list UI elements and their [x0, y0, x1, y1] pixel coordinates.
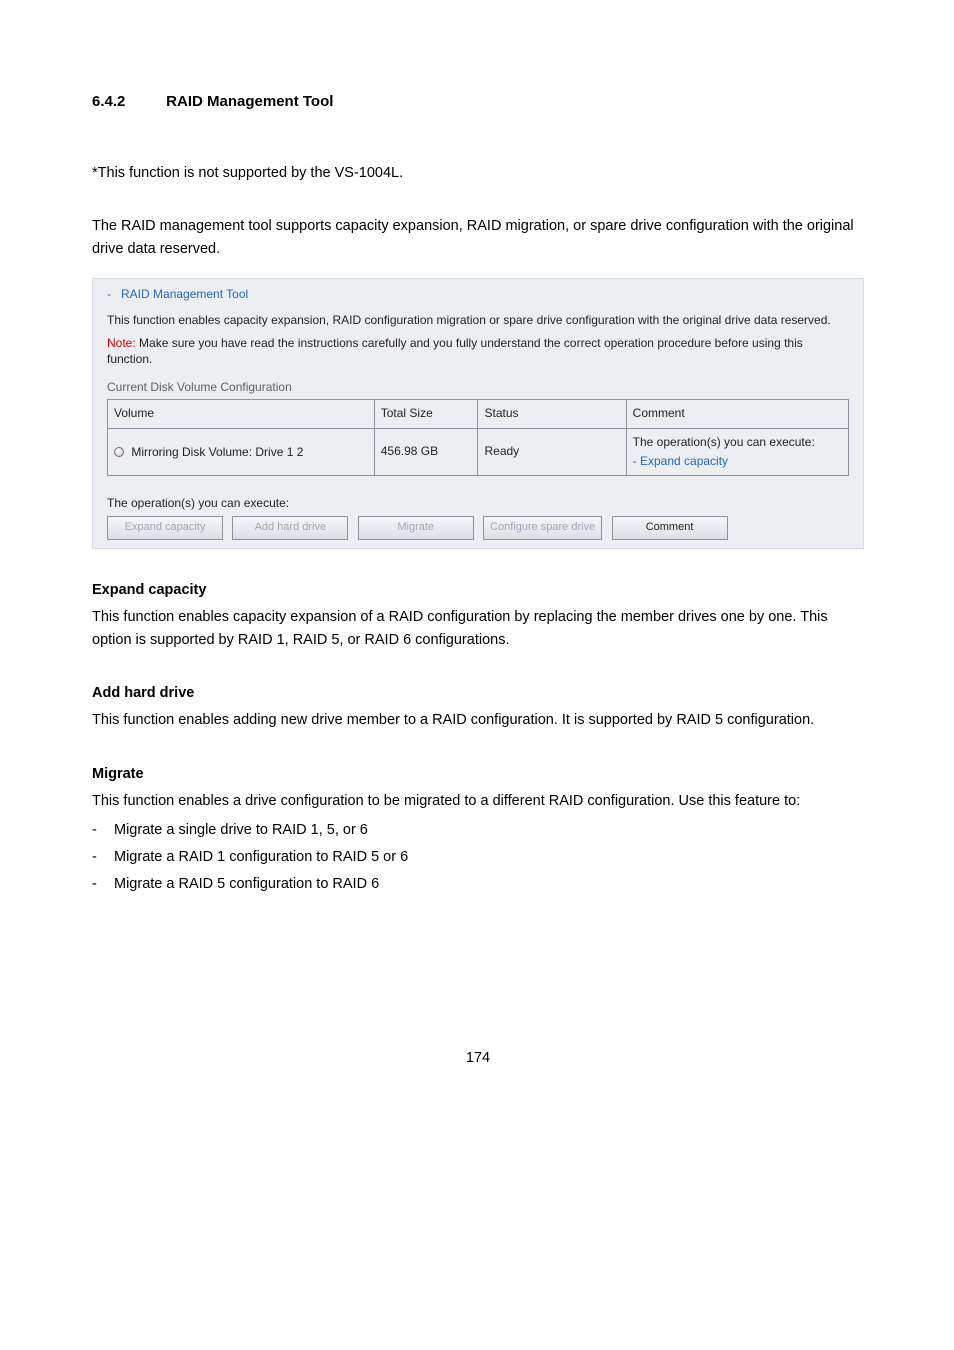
comment-text: The operation(s) you can execute:: [633, 435, 815, 449]
radio-icon[interactable]: [114, 447, 124, 457]
volumes-table: Volume Total Size Status Comment Mirrori…: [107, 399, 849, 476]
cell-volume[interactable]: Mirroring Disk Volume: Drive 1 2: [108, 428, 375, 475]
list-item: -Migrate a RAID 1 configuration to RAID …: [92, 846, 864, 869]
col-status: Status: [478, 400, 626, 428]
operations-label: The operation(s) you can execute:: [107, 494, 849, 513]
volume-name: Mirroring Disk Volume: Drive 1 2: [131, 445, 303, 459]
col-comment: Comment: [626, 400, 848, 428]
paragraph-intro: The RAID management tool supports capaci…: [92, 215, 864, 261]
panel-title-row: - RAID Management Tool: [107, 285, 849, 304]
add-body: This function enables adding new drive m…: [92, 709, 864, 732]
panel-description: This function enables capacity expansion…: [107, 312, 849, 329]
note-text: Make sure you have read the instructions…: [107, 336, 803, 367]
bullet-text: Migrate a RAID 5 configuration to RAID 6: [114, 876, 379, 892]
cell-comment: The operation(s) you can execute: - Expa…: [626, 428, 848, 475]
list-item: -Migrate a RAID 5 configuration to RAID …: [92, 873, 864, 896]
note-label: Note:: [107, 336, 136, 350]
page-number: 174: [92, 1047, 864, 1070]
panel-note: Note: Make sure you have read the instru…: [107, 335, 849, 369]
table-row[interactable]: Mirroring Disk Volume: Drive 1 2 456.98 …: [108, 428, 849, 475]
panel-dash: -: [107, 287, 111, 301]
operations-row: The operation(s) you can execute: Expand…: [107, 494, 849, 540]
migrate-bullets: -Migrate a single drive to RAID 1, 5, or…: [92, 819, 864, 897]
document-page: 6.4.2 RAID Management Tool *This functio…: [0, 0, 954, 1130]
section-number: 6.4.2: [92, 90, 162, 114]
add-hard-drive-button[interactable]: Add hard drive: [232, 516, 348, 540]
section-heading: 6.4.2 RAID Management Tool: [92, 90, 864, 114]
migrate-button[interactable]: Migrate: [358, 516, 474, 540]
bullet-text: Migrate a single drive to RAID 1, 5, or …: [114, 822, 368, 838]
table-subheading: Current Disk Volume Configuration: [107, 378, 849, 397]
cell-total-size: 456.98 GB: [374, 428, 478, 475]
bullet-text: Migrate a RAID 1 configuration to RAID 5…: [114, 849, 408, 865]
migrate-heading: Migrate: [92, 763, 864, 786]
expand-body: This function enables capacity expansion…: [92, 606, 864, 652]
add-heading: Add hard drive: [92, 682, 864, 705]
cell-status: Ready: [478, 428, 626, 475]
list-item: -Migrate a single drive to RAID 1, 5, or…: [92, 819, 864, 842]
comment-button[interactable]: Comment: [612, 516, 728, 540]
col-total-size: Total Size: [374, 400, 478, 428]
migrate-body: This function enables a drive configurat…: [92, 790, 864, 813]
table-header-row: Volume Total Size Status Comment: [108, 400, 849, 428]
col-volume: Volume: [108, 400, 375, 428]
section-title: RAID Management Tool: [166, 93, 333, 110]
comment-link[interactable]: - Expand capacity: [633, 454, 728, 468]
expand-capacity-button[interactable]: Expand capacity: [107, 516, 223, 540]
panel-title: RAID Management Tool: [121, 287, 248, 301]
configure-spare-drive-button[interactable]: Configure spare drive: [483, 516, 602, 540]
paragraph-not-supported: *This function is not supported by the V…: [92, 162, 864, 185]
expand-heading: Expand capacity: [92, 579, 864, 602]
raid-management-panel: - RAID Management Tool This function ena…: [92, 278, 864, 549]
